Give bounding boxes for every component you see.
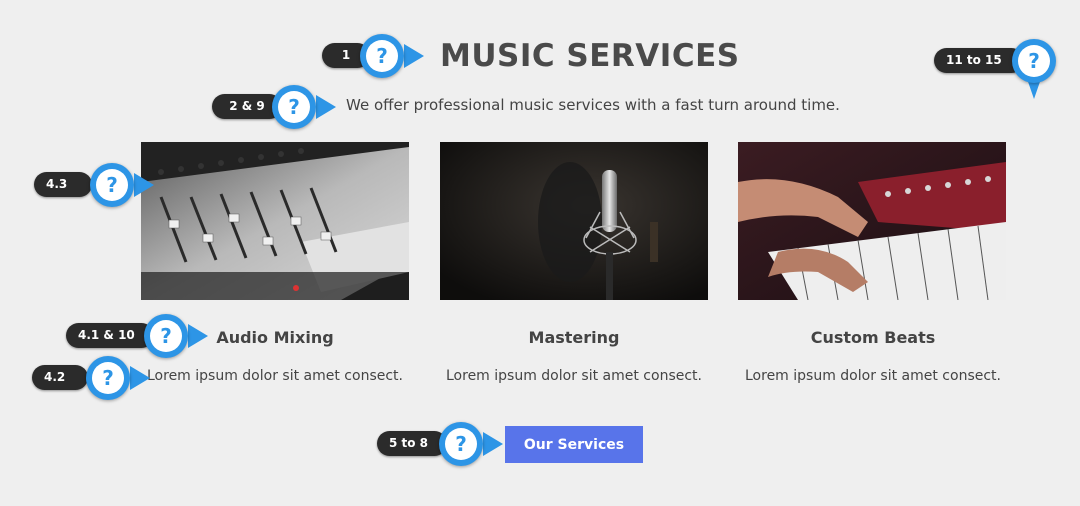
- section-subtitle: We offer professional music services wit…: [346, 96, 840, 114]
- card-description-audio-mixing: Lorem ipsum dolor sit amet consect.: [147, 368, 403, 384]
- help-marker-5-8[interactable]: 5 to 8 ?: [377, 422, 505, 466]
- marker-arrow: [188, 324, 208, 348]
- marker-arrow: [130, 366, 150, 390]
- help-marker-4-2[interactable]: 4.2 ?: [32, 356, 150, 400]
- help-icon: ?: [272, 85, 316, 129]
- mastering-image: [440, 142, 708, 300]
- marker-label: 4.1 & 10: [66, 323, 154, 348]
- help-marker-4-3[interactable]: 4.3 ?: [34, 163, 154, 207]
- help-icon: ?: [90, 163, 134, 207]
- marker-label: 5 to 8: [377, 431, 447, 456]
- our-services-button[interactable]: Our Services: [505, 426, 643, 463]
- marker-label: 4.2: [32, 365, 88, 390]
- help-icon: ?: [439, 422, 483, 466]
- card-title-custom-beats: Custom Beats: [810, 328, 936, 347]
- help-marker-2-9[interactable]: 2 & 9 ?: [212, 85, 338, 129]
- custom-beats-image: [738, 142, 1006, 300]
- card-description-custom-beats: Lorem ipsum dolor sit amet consect.: [745, 368, 1001, 384]
- marker-label: 11 to 15: [934, 48, 1024, 73]
- help-icon: ?: [1012, 39, 1056, 83]
- help-marker-1[interactable]: 1 ?: [322, 34, 426, 78]
- section-title: MUSIC SERVICES: [440, 38, 740, 74]
- card-title-mastering: Mastering: [528, 328, 620, 347]
- help-marker-11-15[interactable]: 11 to 15 ?: [934, 39, 1058, 109]
- card-description-mastering: Lorem ipsum dolor sit amet consect.: [446, 368, 702, 384]
- help-icon: ?: [86, 356, 130, 400]
- audio-mixing-image: [141, 142, 409, 300]
- marker-label: 4.3: [34, 172, 92, 197]
- marker-arrow: [404, 44, 424, 68]
- marker-arrow: [134, 173, 154, 197]
- help-marker-4-1-10[interactable]: 4.1 & 10 ?: [66, 314, 210, 358]
- help-icon: ?: [144, 314, 188, 358]
- marker-arrow: [316, 95, 336, 119]
- help-icon: ?: [360, 34, 404, 78]
- marker-arrow: [483, 432, 503, 456]
